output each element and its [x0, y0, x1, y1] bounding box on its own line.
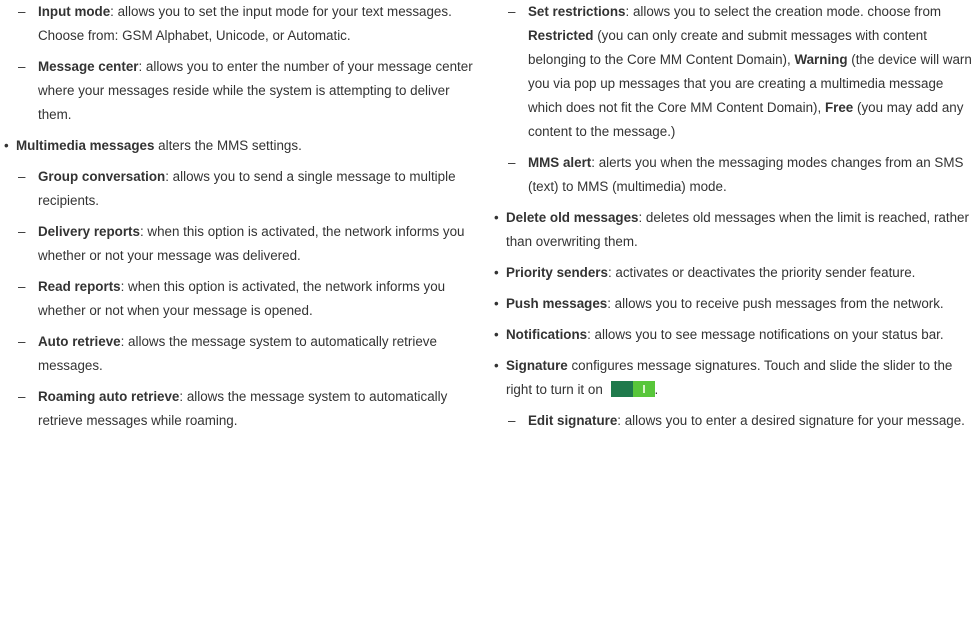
item-term: Push messages [506, 296, 608, 311]
item-term: Read reports [38, 279, 121, 294]
read-reports-item: – Read reports: when this option is acti… [0, 275, 480, 323]
item-text-end: . [654, 382, 659, 397]
message-center-item: – Message center: allows you to enter th… [0, 55, 480, 127]
priority-senders-item: • Priority senders: activates or deactiv… [490, 261, 978, 285]
dash-marker: – [18, 224, 26, 239]
input-mode-item: – Input mode: allows you to set the inpu… [0, 0, 480, 48]
item-term: Auto retrieve [38, 334, 121, 349]
free-term: Free [824, 100, 854, 115]
auto-retrieve-item: – Auto retrieve: allows the message syst… [0, 330, 480, 378]
restricted-term: Restricted [528, 28, 594, 43]
item-term: Multimedia messages [16, 138, 155, 153]
item-text: : allows you to select the creation mode… [625, 4, 942, 19]
right-column: – Set restrictions: allows you to select… [490, 0, 978, 440]
roaming-auto-retrieve-item: – Roaming auto retrieve: allows the mess… [0, 385, 480, 433]
bullet-marker: • [494, 265, 499, 280]
item-term: Input mode [38, 4, 111, 19]
item-term: Delete old messages [506, 210, 639, 225]
item-text: : alerts you when the messaging modes ch… [528, 155, 964, 194]
item-term: Signature [506, 358, 568, 373]
dash-marker: – [18, 169, 26, 184]
item-text: alters the MMS settings. [154, 138, 302, 153]
bullet-marker: • [494, 210, 499, 225]
item-text: : allows you to enter a desired signatur… [617, 413, 965, 428]
dash-marker: – [18, 334, 26, 349]
item-text: configures message signatures. Touch and… [506, 358, 953, 397]
item-term: Roaming auto retrieve [38, 389, 180, 404]
dash-marker: – [18, 59, 26, 74]
left-column: – Input mode: allows you to set the inpu… [0, 0, 480, 440]
set-restrictions-item: – Set restrictions: allows you to select… [490, 0, 978, 144]
item-text: : allows you to see message notification… [587, 327, 944, 342]
dash-marker: – [18, 279, 26, 294]
notifications-item: • Notifications: allows you to see messa… [490, 323, 978, 347]
multimedia-messages-item: • Multimedia messages alters the MMS set… [0, 134, 480, 158]
mms-alert-item: – MMS alert: alerts you when the messagi… [490, 151, 978, 199]
toggle-knob [632, 381, 655, 397]
dash-marker: – [18, 4, 26, 19]
item-term: Notifications [506, 327, 588, 342]
item-term: Message center [38, 59, 139, 74]
item-term: MMS alert [528, 155, 592, 170]
delete-old-messages-item: • Delete old messages: deletes old messa… [490, 206, 978, 254]
edit-signature-item: – Edit signature: allows you to enter a … [490, 409, 978, 433]
item-term: Set restrictions [528, 4, 626, 19]
dash-marker: – [508, 4, 516, 19]
group-conversation-item: – Group conversation: allows you to send… [0, 165, 480, 213]
item-term: Group conversation [38, 169, 166, 184]
bullet-marker: • [494, 296, 499, 311]
item-term: Priority senders [506, 265, 608, 280]
item-text: : activates or deactivates the priority … [607, 265, 916, 280]
item-term: Edit signature [528, 413, 618, 428]
delivery-reports-item: – Delivery reports: when this option is … [0, 220, 480, 268]
push-messages-item: • Push messages: allows you to receive p… [490, 292, 978, 316]
signature-toggle-icon [610, 381, 655, 397]
signature-item: • Signature configures message signature… [490, 354, 978, 402]
warning-term: Warning [794, 52, 848, 67]
item-text: : allows you to receive push messages fr… [607, 296, 944, 311]
bullet-marker: • [4, 138, 9, 153]
dash-marker: – [508, 413, 516, 428]
item-term: Delivery reports [38, 224, 140, 239]
bullet-marker: • [494, 358, 499, 373]
dash-marker: – [508, 155, 516, 170]
dash-marker: – [18, 389, 26, 404]
bullet-marker: • [494, 327, 499, 342]
